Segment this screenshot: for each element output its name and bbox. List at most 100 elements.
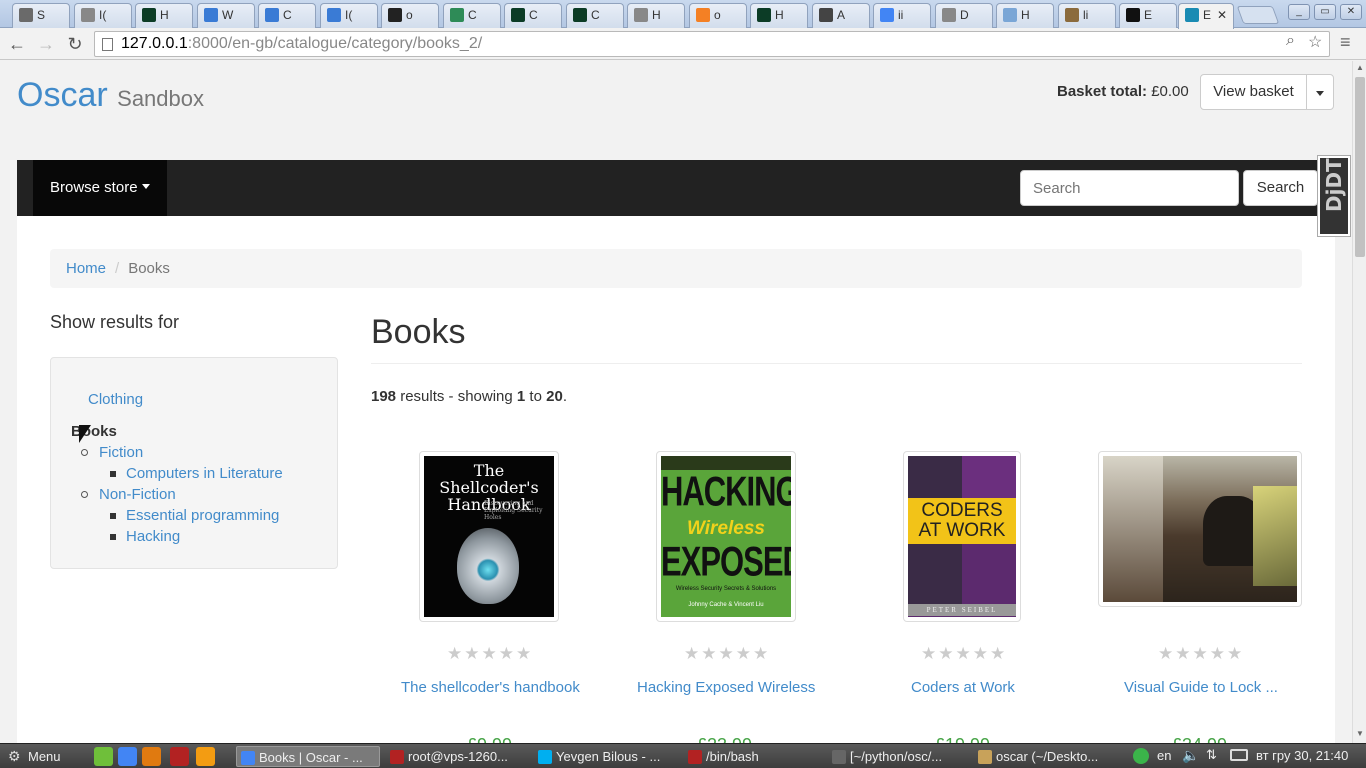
- category-non-fiction[interactable]: Non-Fiction: [99, 486, 176, 503]
- browser-tab[interactable]: H: [627, 3, 685, 28]
- product-title-link[interactable]: The shellcoder's handbook: [401, 679, 580, 696]
- results-count: 198: [371, 388, 397, 405]
- update-check-icon[interactable]: [1133, 748, 1149, 764]
- browser-tab[interactable]: H: [750, 3, 808, 28]
- django-icon: [142, 8, 156, 22]
- tab-title: H: [160, 8, 169, 22]
- product-image-hacking-exposed[interactable]: HACKING Wireless EXPOSED Wireless Securi…: [656, 451, 796, 622]
- category-hacking[interactable]: Hacking: [126, 528, 180, 545]
- github-icon: [388, 8, 402, 22]
- app-icon: [538, 750, 552, 764]
- basket-total-label: Basket total:: [1057, 83, 1148, 100]
- category-fiction[interactable]: Fiction: [99, 444, 143, 461]
- taskbar-window-button[interactable]: Books | Oscar - ...: [236, 746, 380, 767]
- brand-logo[interactable]: Oscar Sandbox: [17, 76, 204, 115]
- taskbar-window-button[interactable]: Yevgen Bilous - ...: [534, 746, 678, 767]
- scroll-down-icon[interactable]: ▼: [1356, 729, 1364, 738]
- product-image-coders-at-work[interactable]: CODERS AT WORK PETER SEIBEL: [903, 451, 1021, 622]
- django-debug-toolbar-handle[interactable]: DjDT: [1317, 155, 1351, 237]
- close-window-button[interactable]: ✕: [1340, 4, 1362, 20]
- basket-dropdown-toggle[interactable]: [1306, 74, 1334, 110]
- browser-tab[interactable]: H: [996, 3, 1054, 28]
- back-button[interactable]: ←: [6, 33, 28, 55]
- tab-title: C: [529, 8, 538, 22]
- address-bar[interactable]: 127.0.0.1:8000/en-gb/catalogue/category/…: [94, 31, 1330, 57]
- page-scrollbar[interactable]: ▲ ▼: [1352, 61, 1366, 743]
- browser-tab[interactable]: C: [504, 3, 562, 28]
- browser-tab[interactable]: A: [812, 3, 870, 28]
- sublime-launcher-icon[interactable]: [142, 747, 161, 766]
- keyboard-layout[interactable]: en: [1157, 748, 1171, 763]
- clock[interactable]: вт гру 30, 21:40: [1256, 748, 1348, 763]
- product-title-link[interactable]: Visual Guide to Lock ...: [1124, 679, 1278, 696]
- volume-icon[interactable]: 🔈: [1182, 747, 1199, 764]
- product-title-link[interactable]: Coders at Work: [911, 679, 1015, 696]
- browser-tab[interactable]: I(: [74, 3, 132, 28]
- scrollbar-thumb[interactable]: [1355, 77, 1365, 257]
- browser-tab[interactable]: S: [12, 3, 70, 28]
- menu-icon[interactable]: ≡: [1340, 32, 1351, 53]
- search-input[interactable]: [1020, 170, 1239, 206]
- network-icon[interactable]: ⇅: [1206, 747, 1217, 763]
- taskbar-window-label: Yevgen Bilous - ...: [556, 749, 661, 764]
- app-icon: [241, 751, 255, 765]
- search-button[interactable]: Search: [1243, 170, 1318, 206]
- browser-tab[interactable]: li: [1058, 3, 1116, 28]
- browser-tab[interactable]: E: [1119, 3, 1177, 28]
- browse-store-dropdown[interactable]: Browse store: [33, 160, 167, 216]
- scroll-up-icon[interactable]: ▲: [1356, 63, 1364, 72]
- browser-tab[interactable]: C: [258, 3, 316, 28]
- product-price: £34.99: [1172, 735, 1227, 743]
- zoom-icon[interactable]: ⌕: [1286, 32, 1295, 50]
- chrome-launcher-icon[interactable]: [118, 747, 137, 766]
- forward-button[interactable]: →: [35, 33, 57, 55]
- maximize-button[interactable]: ▭: [1314, 4, 1336, 20]
- browser-tab[interactable]: C: [443, 3, 501, 28]
- tab-title: D: [960, 8, 969, 22]
- file-manager-launcher-icon[interactable]: [94, 747, 113, 766]
- taskbar-window-button[interactable]: [~/python/osc/...: [828, 746, 968, 767]
- reload-button[interactable]: ↻: [64, 33, 86, 55]
- tab-title: A: [837, 8, 846, 22]
- bookmark-star-icon[interactable]: ☆: [1308, 32, 1322, 52]
- browser-tab[interactable]: W: [197, 3, 255, 28]
- view-basket-button[interactable]: View basket: [1200, 74, 1307, 110]
- taskbar-window-button[interactable]: oscar (~/Deskto...: [974, 746, 1118, 767]
- browser-tab[interactable]: o: [689, 3, 747, 28]
- browser-tab[interactable]: o: [381, 3, 439, 28]
- new-tab-button[interactable]: [1236, 6, 1280, 24]
- battery-icon[interactable]: [1230, 749, 1248, 761]
- breadcrumb-home[interactable]: Home: [66, 260, 106, 277]
- terminal-launcher-icon[interactable]: [170, 747, 189, 766]
- taskbar-window-button[interactable]: root@vps-1260...: [386, 746, 528, 767]
- browser-tab[interactable]: ii: [873, 3, 931, 28]
- browser-tab[interactable]: D: [935, 3, 993, 28]
- browser-tab[interactable]: E ✕: [1178, 3, 1234, 29]
- browser-tab[interactable]: I(: [320, 3, 378, 28]
- browser-tab-bar: S I(H W C I(o C C C Ho H Aii D Hli E E ✕ _ ▭ ✕: [0, 0, 1366, 29]
- minimize-button[interactable]: _: [1288, 4, 1310, 20]
- app-icon: [390, 750, 404, 764]
- browser-tab[interactable]: H: [135, 3, 193, 28]
- app-launcher-icon[interactable]: [196, 747, 215, 766]
- start-menu-button[interactable]: ⚙ Menu: [4, 746, 90, 767]
- google-icon: [880, 8, 894, 22]
- browser-tab[interactable]: C: [566, 3, 624, 28]
- category-computers-in-literature[interactable]: Computers in Literature: [126, 465, 283, 482]
- book-icon: [19, 8, 33, 22]
- close-tab-icon[interactable]: ✕: [1217, 8, 1227, 22]
- tab-title: E: [1203, 8, 1212, 22]
- taskbar-window-button[interactable]: /bin/bash: [684, 746, 822, 767]
- taskbar-window-label: Books | Oscar - ...: [259, 750, 363, 765]
- product-title-link[interactable]: Hacking Exposed Wireless: [637, 679, 815, 696]
- tab-title: C: [468, 8, 477, 22]
- star-rating: ★★★★★: [1158, 644, 1245, 663]
- tab-title: ii: [898, 8, 904, 22]
- bullet-icon: [110, 471, 116, 477]
- product-image-visual-guide[interactable]: [1098, 451, 1302, 607]
- product-image-shellcoders[interactable]: The Shellcoder's Handbook Discovering an…: [419, 451, 559, 622]
- category-clothing[interactable]: Clothing: [88, 391, 143, 408]
- brand-name[interactable]: Oscar: [17, 76, 108, 114]
- app-icon: [832, 750, 846, 764]
- category-essential-programming[interactable]: Essential programming: [126, 507, 279, 524]
